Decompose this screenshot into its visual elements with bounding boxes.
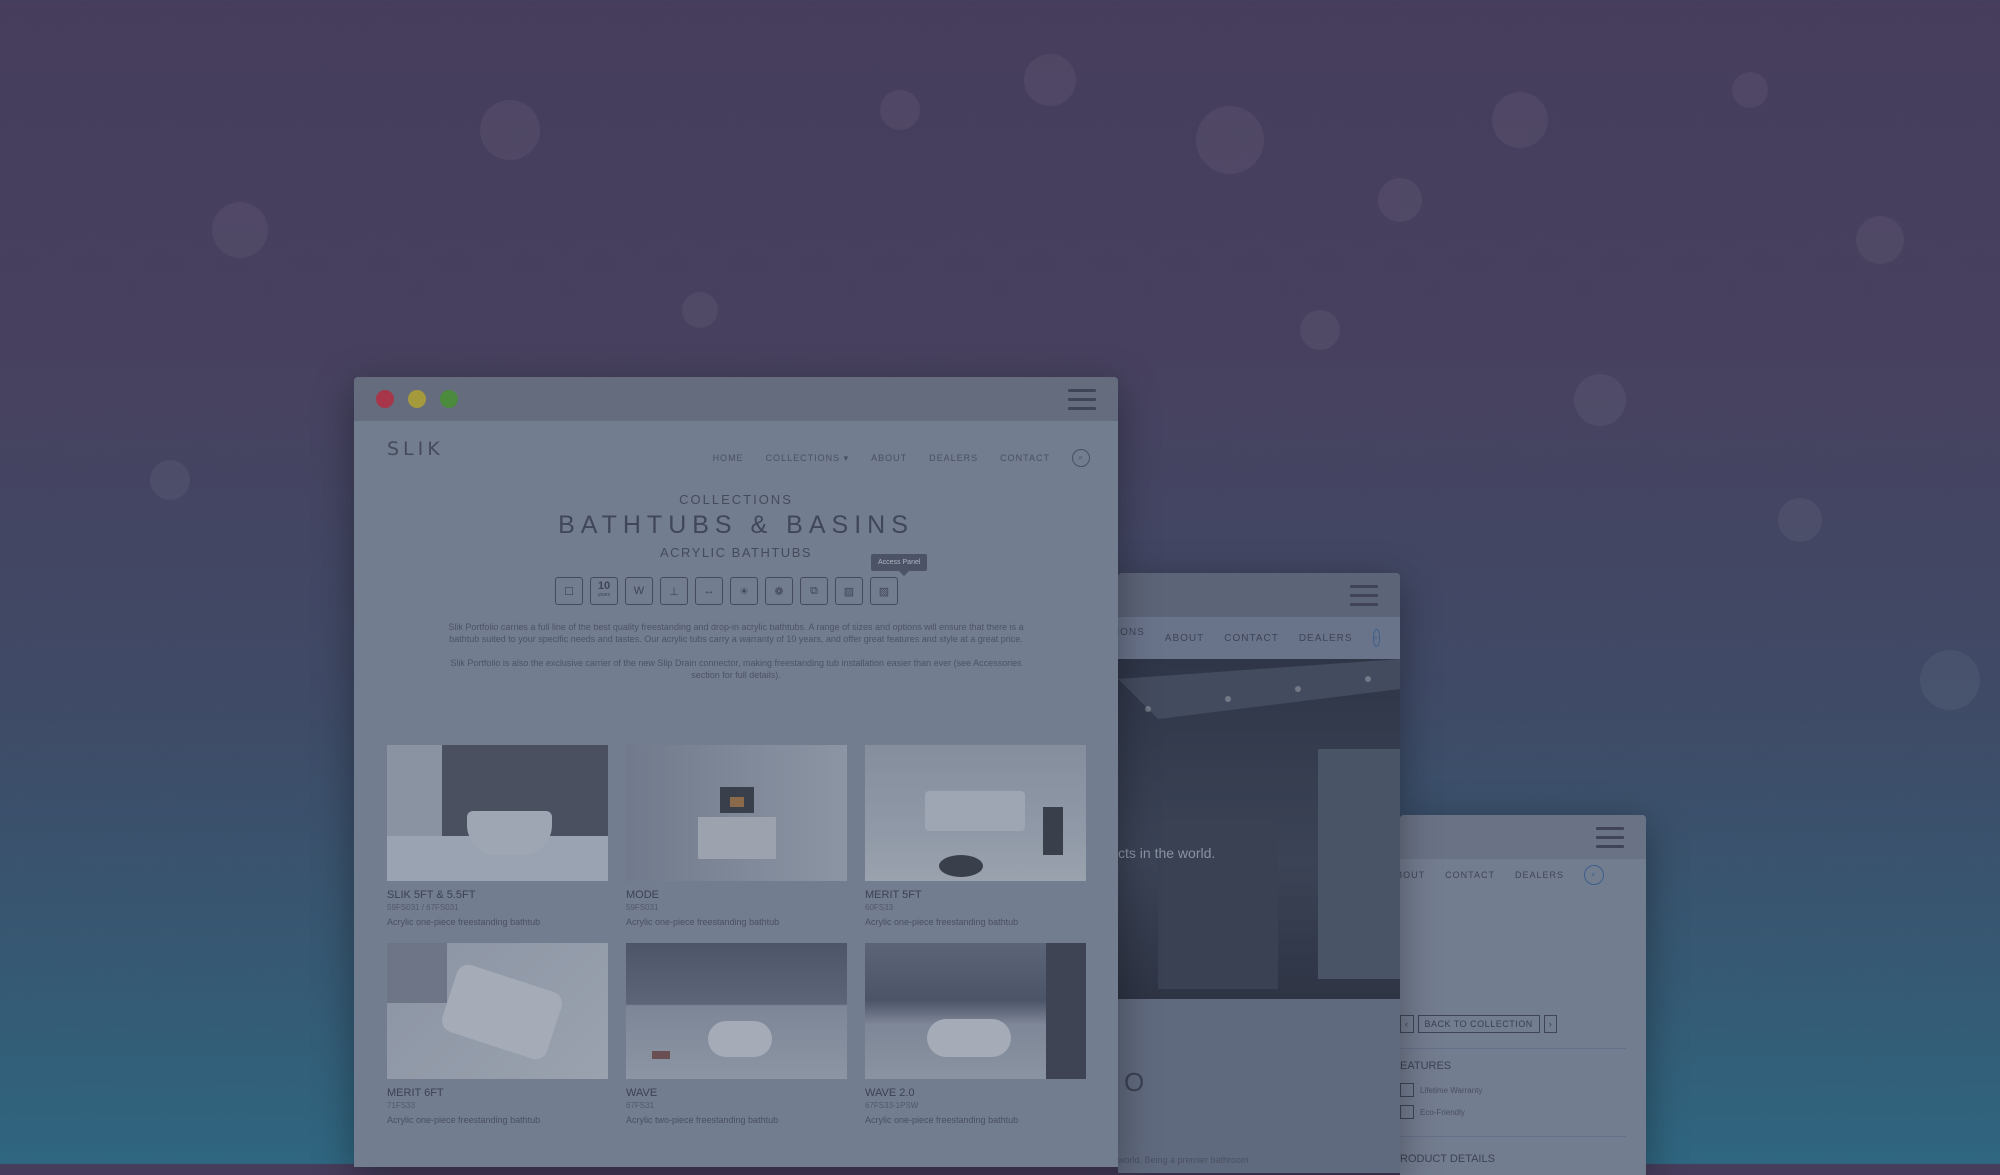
w-icon[interactable]: W (625, 577, 653, 605)
product-card[interactable]: WAVE 2.0 67FS33-1PSW Acrylic one-piece f… (865, 943, 1086, 1125)
warranty-icon (1400, 1083, 1414, 1097)
search-icon[interactable]: ⌕ (1072, 449, 1090, 467)
feature-item: Lifetime Warranty (1420, 1085, 1483, 1095)
page-content: SLIK HOME COLLECTIONS ▾ ABOUT DEALERS CO… (354, 421, 1118, 1167)
about-window: CTIONS ▾ ABOUT CONTACT DEALERS ⌕ cts in … (1118, 573, 1400, 1173)
product-image (865, 745, 1086, 881)
product-image (865, 943, 1086, 1079)
nav-dealers[interactable]: DEALERS (929, 453, 978, 463)
warranty-unit: years (597, 592, 611, 598)
hamburger-menu-icon[interactable] (1068, 389, 1096, 416)
product-description: Acrylic one-piece freestanding bathtub (865, 917, 1019, 927)
product-card[interactable]: SLIK 5FT & 5.5FT 59FS031 / 67FS031 Acryl… (387, 745, 608, 927)
jet-icon[interactable]: ❁ (765, 577, 793, 605)
search-icon[interactable]: ⌕ (1372, 629, 1380, 647)
tooltip: Access Panel (871, 554, 928, 576)
product-name: SLIK 5FT & 5.5FT (387, 889, 476, 901)
hero-photo: cts in the world. (1118, 659, 1400, 999)
page-subtitle: ACRYLIC BATHTUBS (659, 545, 813, 560)
layers-icon[interactable]: ⧉ (800, 577, 828, 605)
nav-contact[interactable]: CONTACT (1445, 870, 1495, 880)
product-card[interactable]: MODE 59FS031 Acrylic one-piece freestand… (626, 745, 847, 927)
product-details-heading: RODUCT DETAILS (1400, 1153, 1495, 1165)
warranty-number: 10 (597, 580, 611, 592)
nav-collections[interactable]: CTIONS ▾ (1118, 627, 1145, 649)
product-description: Acrylic one-piece freestanding bathtub (387, 1115, 541, 1125)
install-icon[interactable]: ▧ (835, 577, 863, 605)
nav-home[interactable]: HOME (713, 453, 744, 463)
prev-button[interactable]: ‹ (1400, 1015, 1414, 1033)
product-card[interactable]: MERIT 6FT 71FS33 Acrylic one-piece frees… (387, 943, 608, 1125)
next-button[interactable]: › (1543, 1015, 1558, 1033)
product-name: MODE (626, 889, 659, 901)
zoom-button[interactable] (440, 390, 458, 408)
product-code: 71FS33 (387, 1101, 416, 1110)
product-card[interactable]: WAVE 67FS31 Acrylic two-piece freestandi… (626, 943, 847, 1125)
10-year-warranty-icon[interactable]: 10 years (590, 577, 618, 605)
product-image (387, 943, 608, 1079)
hamburger-menu-icon[interactable] (1596, 827, 1624, 854)
product-name: MERIT 5FT (865, 889, 922, 901)
hero-text: cts in the world. (1118, 845, 1216, 861)
access-panel-icon[interactable]: ▨ (870, 577, 898, 605)
hamburger-menu-icon[interactable] (1350, 585, 1378, 612)
minimize-button[interactable] (408, 390, 426, 408)
intro-paragraph: Slik Portfolio carries a full line of th… (448, 622, 1024, 644)
product-code: 67FS31 (626, 1101, 655, 1110)
nav-bar: ABOUT CONTACT DEALERS ⌕ (1400, 865, 1604, 885)
feature-icon-row: ☐ 10 years W ⊥ ↔ ☀ ❁ ⧉ ▧ ▨ (555, 577, 898, 605)
product-window: ABOUT CONTACT DEALERS ⌕ ‹ BACK TO COLLEC… (1400, 815, 1646, 1175)
tub-icon[interactable]: ☐ (555, 577, 583, 605)
product-description: Acrylic two-piece freestanding bathtub (626, 1115, 779, 1125)
nav-dealers[interactable]: DEALERS (1299, 633, 1353, 644)
titlebar (1400, 815, 1646, 859)
collections-window: SLIK HOME COLLECTIONS ▾ ABOUT DEALERS CO… (354, 377, 1118, 1167)
product-name: WAVE (626, 1087, 658, 1099)
product-code: 67FS33-1PSW (865, 1101, 919, 1110)
features-heading: EATURES (1400, 1060, 1452, 1072)
product-description: Acrylic one-piece freestanding bathtub (626, 917, 780, 927)
product-image (626, 745, 847, 881)
close-button[interactable] (376, 390, 394, 408)
search-icon[interactable]: ⌕ (1584, 865, 1604, 885)
section-title-fragment: O (1124, 1067, 1145, 1097)
back-to-collection-button[interactable]: BACK TO COLLECTION (1417, 1015, 1540, 1033)
nav-contact[interactable]: CONTACT (1000, 453, 1050, 463)
product-description: Acrylic one-piece freestanding bathtub (387, 917, 541, 927)
product-description: Acrylic one-piece freestanding bathtub (865, 1115, 1019, 1125)
product-code: 59FS031 (626, 903, 659, 912)
nav-about[interactable]: ABOUT (1165, 633, 1204, 644)
house-illustration (1118, 659, 1400, 989)
page-title: BATHTUBS & BASINS (558, 511, 914, 539)
nav-about[interactable]: ABOUT (871, 453, 907, 463)
nav-about[interactable]: ABOUT (1400, 870, 1425, 880)
nav-collections[interactable]: COLLECTIONS ▾ (766, 453, 850, 464)
page-eyebrow: COLLECTIONS (679, 492, 793, 507)
product-name: WAVE 2.0 (865, 1087, 915, 1099)
feature-item: Eco-Friendly (1420, 1107, 1465, 1117)
product-code: 59FS031 / 67FS031 (387, 903, 459, 912)
nav-dealers[interactable]: DEALERS (1515, 870, 1564, 880)
product-name: MERIT 6FT (387, 1087, 444, 1099)
nav-bar: SLIK HOME COLLECTIONS ▾ ABOUT DEALERS CO… (354, 421, 1118, 481)
drain-icon[interactable]: ⊥ (660, 577, 688, 605)
titlebar (1118, 573, 1400, 617)
titlebar (354, 377, 1118, 421)
product-image (626, 943, 847, 1079)
product-code: 60FS33 (865, 903, 894, 912)
product-image (387, 745, 608, 881)
light-icon[interactable]: ☀ (730, 577, 758, 605)
eco-icon (1400, 1105, 1414, 1119)
overflow-icon[interactable]: ↔ (695, 577, 723, 605)
nav-contact[interactable]: CONTACT (1224, 633, 1279, 644)
site-logo[interactable]: SLIK (387, 438, 444, 460)
product-card[interactable]: MERIT 5FT 60FS33 Acrylic one-piece frees… (865, 745, 1086, 927)
nav-bar: CTIONS ▾ ABOUT CONTACT DEALERS ⌕ (1118, 617, 1400, 659)
product-grid: SLIK 5FT & 5.5FT 59FS031 / 67FS031 Acryl… (387, 745, 1086, 1125)
intro-paragraph-2: Slik Portfolio is also the exclusive car… (450, 658, 1022, 680)
